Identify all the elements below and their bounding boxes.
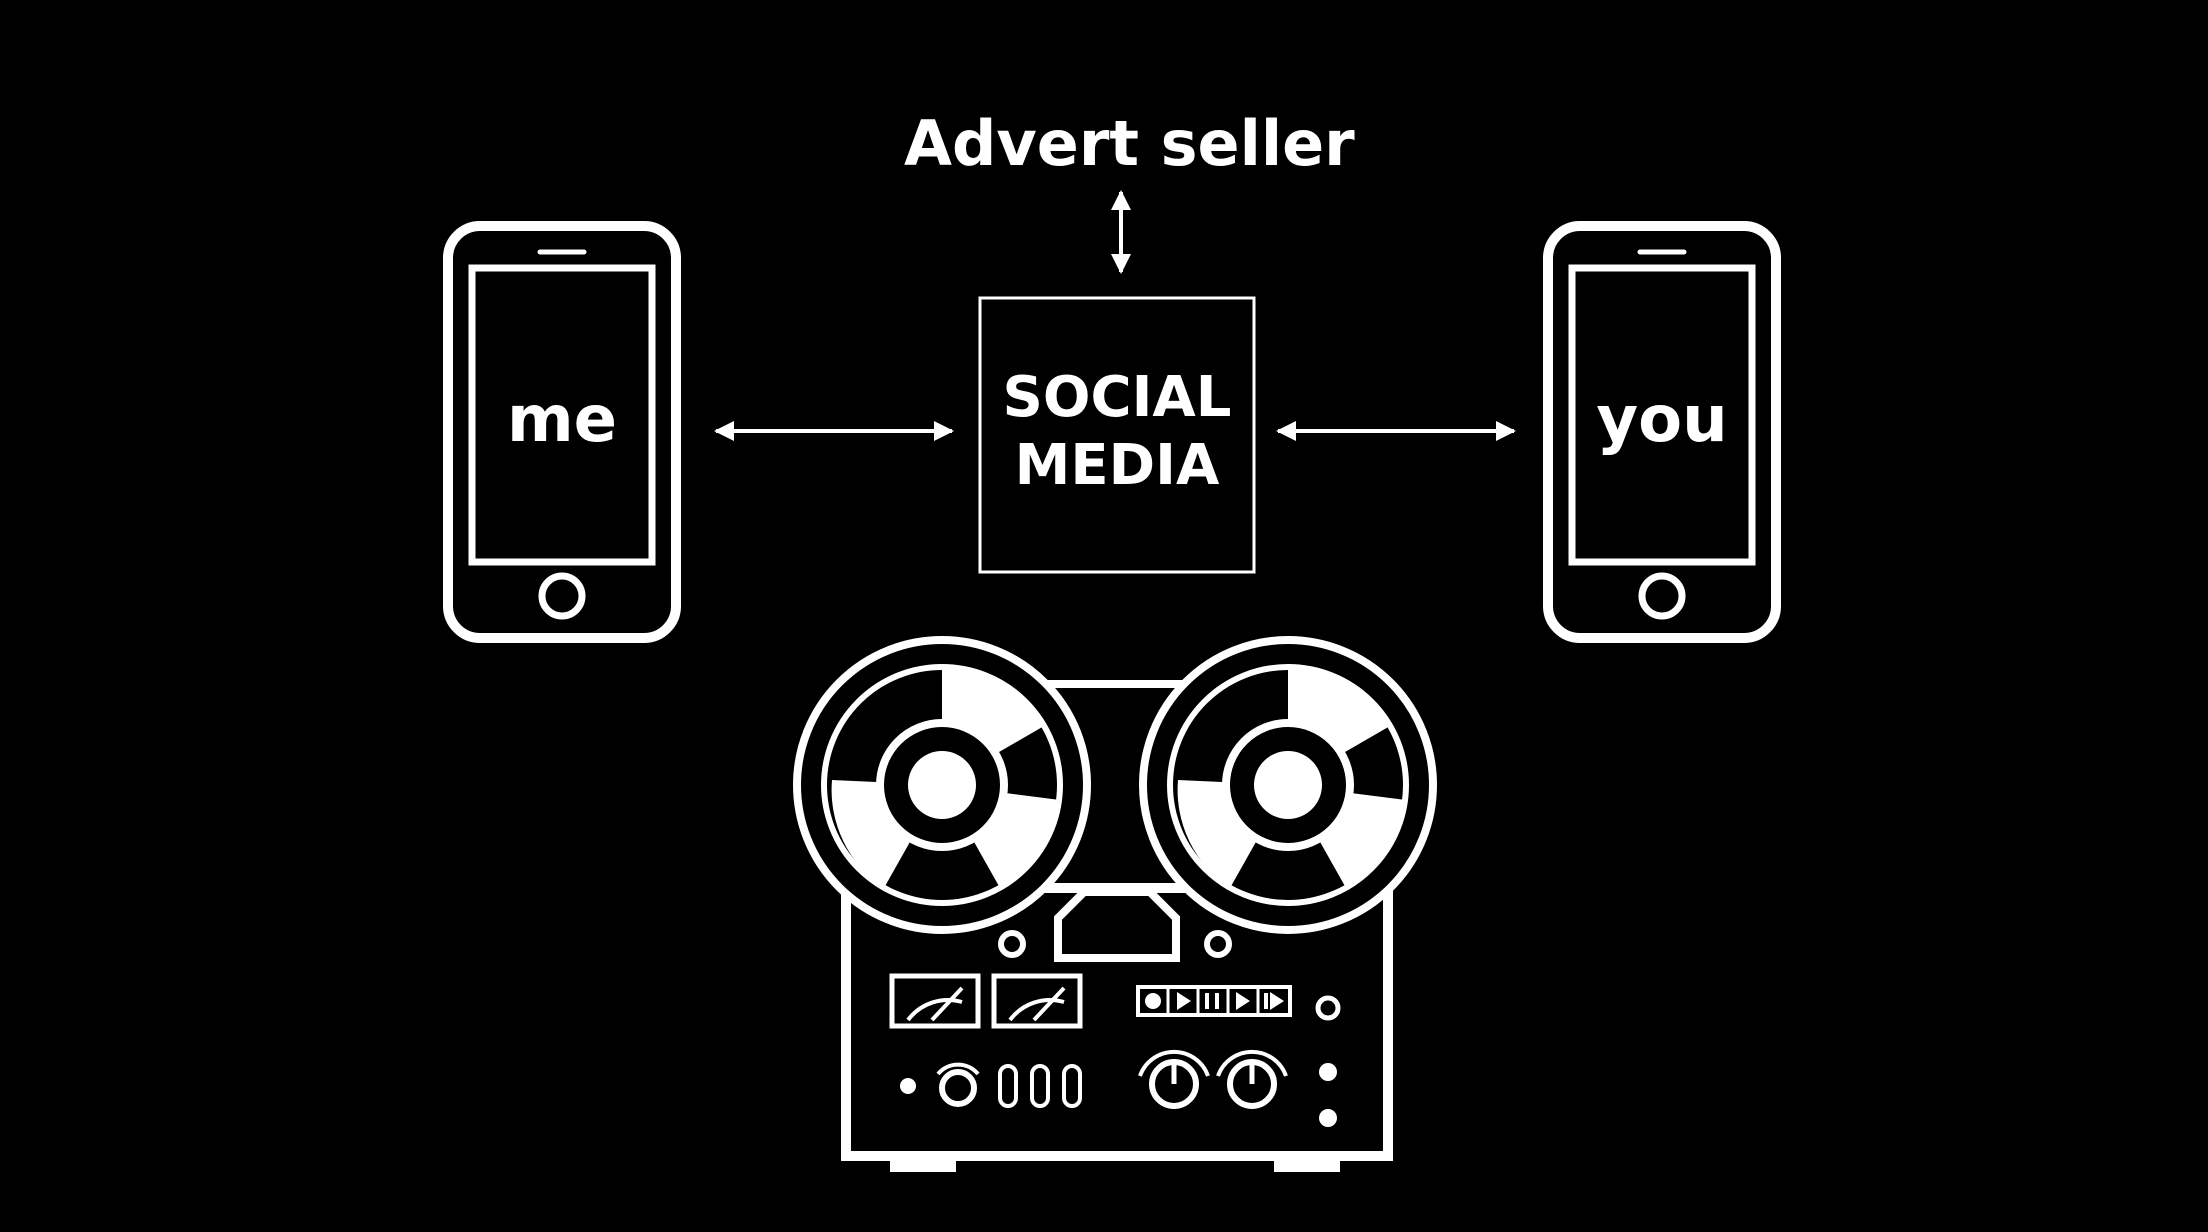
you-label: you [1596, 383, 1728, 457]
diagram-graphics [443, 190, 1781, 1172]
reel-to-reel-tape-recorder-icon [793, 636, 1437, 1172]
diagram-canvas: Advert seller me you SOCIAL MEDIA [0, 0, 2208, 1232]
tape-reel-right [1139, 636, 1437, 934]
advert-seller-label: Advert seller [904, 107, 1355, 180]
tape-reel-left [793, 636, 1091, 934]
social-media-label: SOCIAL MEDIA [980, 364, 1254, 500]
social-media-label-line-1: SOCIAL [1002, 365, 1232, 430]
me-label: me [506, 383, 618, 457]
social-media-label-line-2: MEDIA [1014, 433, 1220, 498]
